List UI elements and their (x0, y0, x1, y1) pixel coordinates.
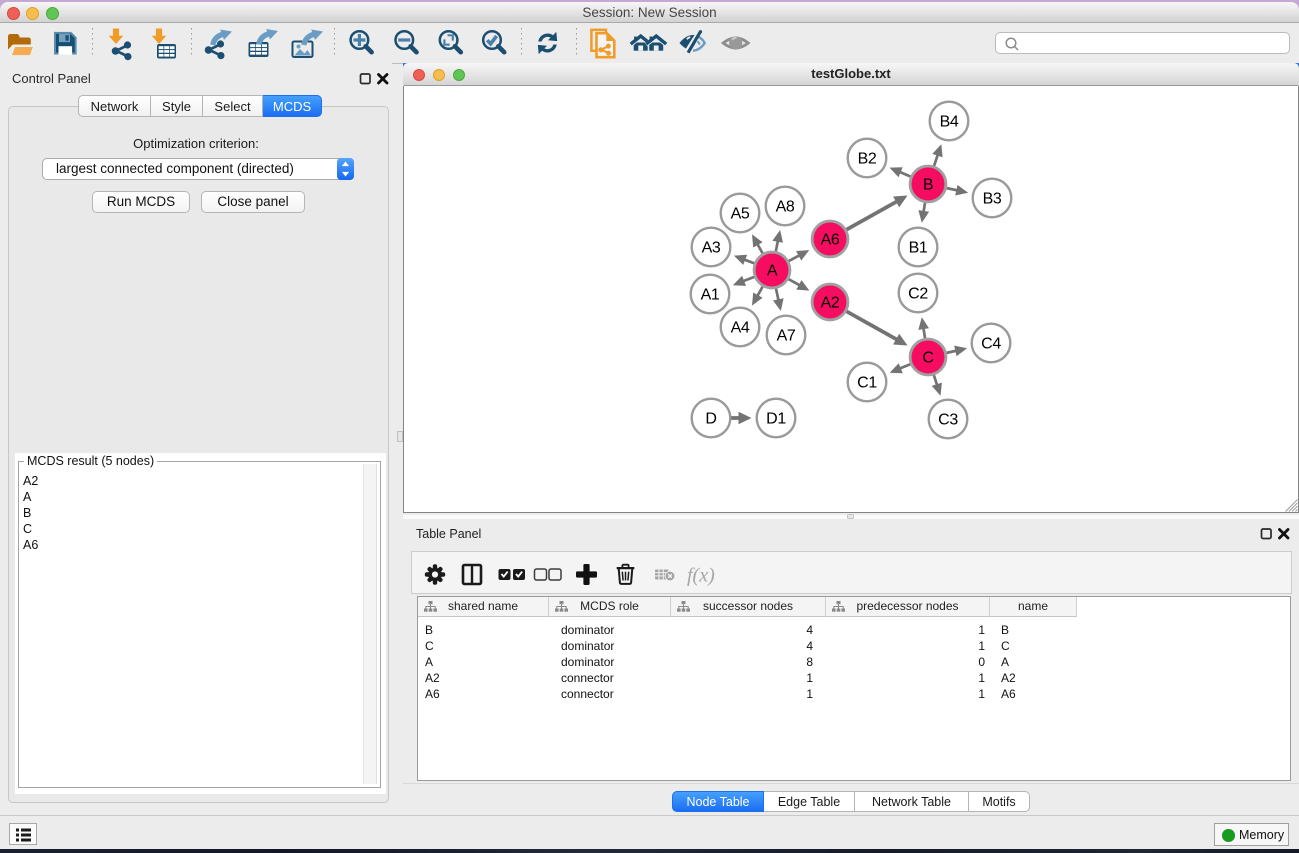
svg-text:A3: A3 (702, 240, 721, 257)
svg-text:D: D (705, 411, 716, 428)
svg-text:B2: B2 (858, 151, 877, 168)
svg-text:A1: A1 (701, 287, 720, 304)
svg-text:C: C (922, 350, 933, 367)
svg-text:A: A (767, 263, 778, 280)
svg-text:C4: C4 (981, 336, 1001, 353)
svg-text:f(x): f(x) (687, 565, 715, 587)
svg-text:B4: B4 (940, 114, 959, 131)
svg-text:B1: B1 (909, 240, 928, 257)
svg-text:B3: B3 (983, 191, 1002, 208)
svg-text:A4: A4 (731, 320, 750, 337)
svg-text:D1: D1 (766, 411, 786, 428)
svg-text:A5: A5 (731, 206, 750, 223)
svg-text:C3: C3 (938, 412, 958, 429)
svg-text:B: B (923, 177, 933, 194)
svg-text:A7: A7 (777, 328, 796, 345)
svg-text:A8: A8 (776, 199, 795, 216)
svg-text:C1: C1 (857, 375, 877, 392)
svg-text:A6: A6 (821, 232, 840, 249)
svg-text:A2: A2 (821, 295, 840, 312)
svg-text:C2: C2 (908, 286, 928, 303)
